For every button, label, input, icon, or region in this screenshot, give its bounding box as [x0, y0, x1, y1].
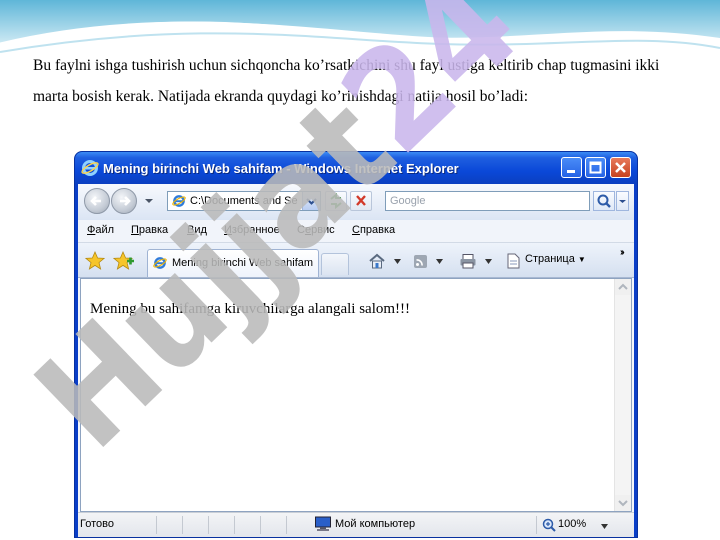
maximize-icon	[589, 161, 602, 174]
magnifier-icon	[597, 194, 611, 208]
security-zone-text: Мой компьютер	[335, 518, 416, 530]
ie-window: Mening birinchi Web sahifam - Windows In…	[75, 152, 637, 537]
zoom-level[interactable]: 100%	[558, 518, 586, 530]
menu-tools[interactable]: Сервис	[297, 224, 335, 236]
menu-file[interactable]: Файл	[87, 224, 114, 236]
status-divider	[156, 516, 157, 534]
minimize-button[interactable]	[561, 157, 582, 178]
scroll-up-icon	[618, 283, 628, 290]
close-button[interactable]	[610, 157, 631, 178]
computer-icon	[315, 516, 331, 531]
home-icon[interactable]	[368, 253, 386, 269]
body-paragraph: Bu faylni ishga tushirish uchun sichqonc…	[33, 57, 660, 105]
stop-icon	[356, 195, 366, 206]
status-divider	[536, 516, 537, 534]
search-input[interactable]: Google	[385, 191, 590, 211]
status-divider	[234, 516, 235, 534]
rss-icon[interactable]	[412, 253, 430, 269]
home-dropdown-icon[interactable]	[394, 259, 401, 264]
page-viewport: Mening bu sahifamga kiruvchilarga alanga…	[80, 278, 632, 512]
page-content-text: Mening bu sahifamga kiruvchilarga alanga…	[90, 301, 411, 317]
tab-current[interactable]: Mening birinchi Web sahifam	[147, 249, 319, 277]
chevron-down-icon	[306, 198, 317, 205]
status-divider	[182, 516, 183, 534]
menu-help[interactable]: Справка	[352, 224, 395, 236]
address-text: C:\Documents and Se	[190, 195, 298, 207]
page-icon[interactable]	[505, 253, 523, 269]
forward-arrow-icon	[120, 196, 131, 206]
small-chevron-down-icon	[619, 200, 626, 203]
print-dropdown-icon[interactable]	[485, 259, 492, 264]
history-dropdown-icon[interactable]	[144, 196, 154, 206]
star-icon[interactable]	[85, 251, 105, 271]
title-bar: Mening birinchi Web sahifam - Windows In…	[75, 152, 637, 184]
back-arrow-icon	[90, 196, 101, 206]
feeds-dropdown-icon[interactable]	[436, 259, 443, 264]
search-options-button[interactable]	[616, 191, 629, 211]
window-title: Mening birinchi Web sahifam - Windows In…	[103, 161, 459, 176]
status-divider	[286, 516, 287, 534]
tab-title: Mening birinchi Web sahifam	[172, 257, 314, 269]
menu-edit[interactable]: Правка	[131, 224, 168, 236]
zoom-dropdown-icon[interactable]	[601, 524, 608, 529]
tab-ie-icon	[153, 257, 167, 269]
page-menu[interactable]: Страница ▼	[525, 253, 586, 265]
scroll-down-button[interactable]	[615, 495, 631, 511]
menu-favorites[interactable]: Избранное	[224, 224, 280, 236]
address-toolbar: C:\Documents and Se Google	[78, 184, 634, 220]
page-ie-icon	[172, 195, 186, 207]
status-text: Готово	[80, 518, 114, 530]
printer-icon[interactable]	[459, 253, 477, 269]
status-divider	[208, 516, 209, 534]
status-bar: Готово Мой компьютер 100%	[78, 512, 634, 537]
browser-chrome: C:\Documents and Se Google Файл Правка В…	[78, 184, 634, 537]
search-button[interactable]	[593, 191, 615, 211]
refresh-button[interactable]	[325, 191, 347, 211]
maximize-button[interactable]	[585, 157, 606, 178]
back-button[interactable]	[84, 188, 110, 214]
vertical-scrollbar[interactable]	[614, 279, 631, 511]
ie-logo-icon	[81, 160, 99, 176]
address-field[interactable]: C:\Documents and Se	[167, 191, 321, 211]
scroll-down-icon	[618, 500, 628, 507]
close-icon	[615, 162, 626, 173]
menu-view[interactable]: Вид	[187, 224, 207, 236]
add-favorite-icon[interactable]	[113, 251, 135, 271]
search-placeholder: Google	[390, 195, 426, 207]
minimize-icon	[567, 170, 575, 173]
address-dropdown[interactable]	[302, 192, 320, 210]
new-tab-button[interactable]	[321, 253, 349, 275]
scroll-up-button[interactable]	[615, 279, 631, 295]
toolbar-overflow-icon[interactable]: ››	[620, 247, 624, 258]
stop-button[interactable]	[350, 191, 372, 211]
refresh-icon	[330, 192, 342, 210]
menu-bar: Файл Правка Вид Избранное Сервис Справка	[78, 220, 634, 243]
tab-command-bar: Mening birinchi Web sahifam Страница ▼ ›…	[78, 243, 634, 278]
status-divider	[260, 516, 261, 534]
zoom-icon[interactable]	[542, 518, 556, 532]
forward-button[interactable]	[111, 188, 137, 214]
